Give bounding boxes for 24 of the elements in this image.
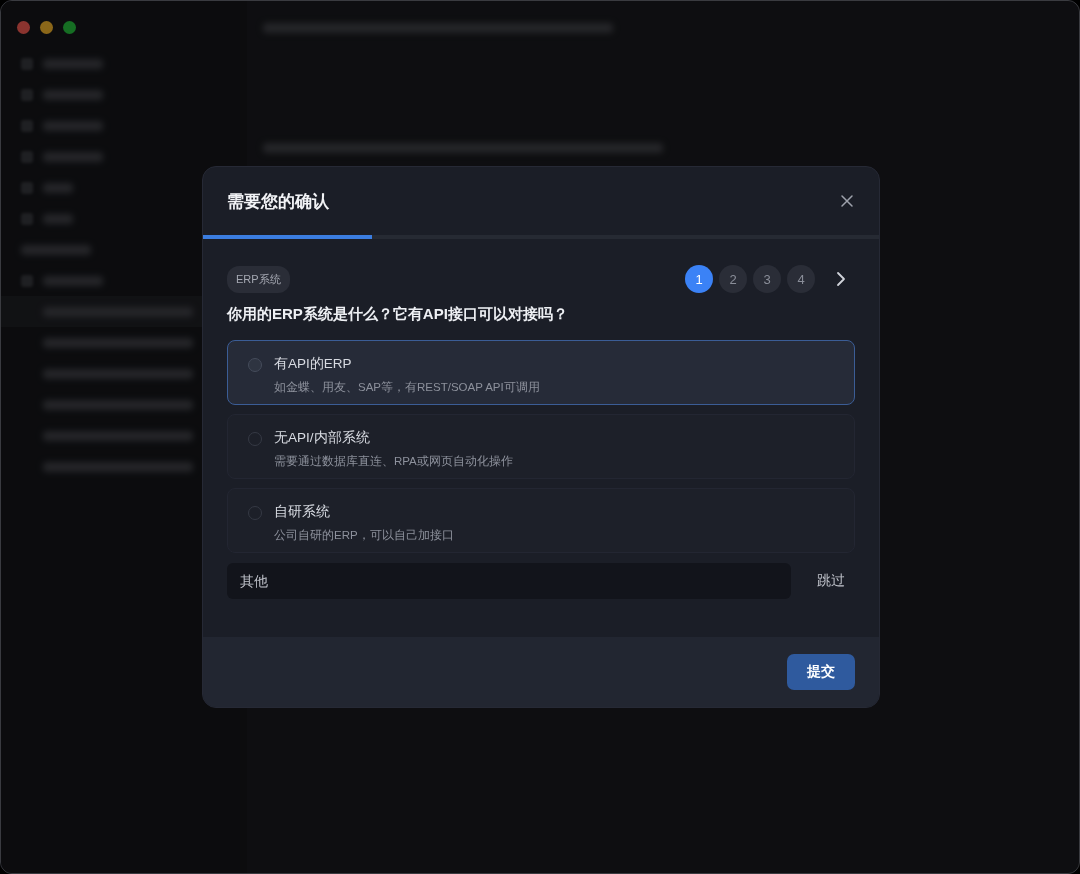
step-button[interactable]: 1 [685, 265, 713, 293]
option-label: 有API的ERP [274, 355, 353, 373]
submit-button[interactable]: 提交 [787, 654, 855, 690]
dialog-title: 需要您的确认 [227, 190, 329, 213]
option-label: 自研系统 [274, 503, 331, 521]
option-card[interactable]: 有API的ERP 如金蝶、用友、SAP等，有REST/SOAP API可调用 [227, 340, 855, 405]
option-description: 如金蝶、用友、SAP等，有REST/SOAP API可调用 [274, 380, 540, 395]
step-button[interactable]: 3 [753, 265, 781, 293]
zoom-window-icon[interactable] [63, 21, 76, 34]
option-card[interactable]: 自研系统 公司自研的ERP，可以自己加接口 [227, 488, 855, 553]
minimize-window-icon[interactable] [40, 21, 53, 34]
skip-button[interactable]: 跳过 [809, 564, 853, 598]
question-text: 你用的ERP系统是什么？它有API接口可以对接吗？ [227, 305, 569, 324]
close-window-icon[interactable] [17, 21, 30, 34]
category-tag: ERP系统 [227, 265, 290, 293]
step-button[interactable]: 2 [719, 265, 747, 293]
radio-button[interactable] [248, 358, 262, 372]
option-description: 公司自研的ERP，可以自己加接口 [274, 528, 454, 543]
other-input-field[interactable]: 其他 [227, 563, 791, 599]
step-button[interactable]: 4 [787, 265, 815, 293]
option-label: 无API/内部系统 [274, 429, 371, 447]
close-icon[interactable] [839, 193, 855, 209]
option-card[interactable]: 无API/内部系统 需要通过数据库直连、RPA或网页自动化操作 [227, 414, 855, 479]
option-description: 需要通过数据库直连、RPA或网页自动化操作 [274, 454, 513, 469]
